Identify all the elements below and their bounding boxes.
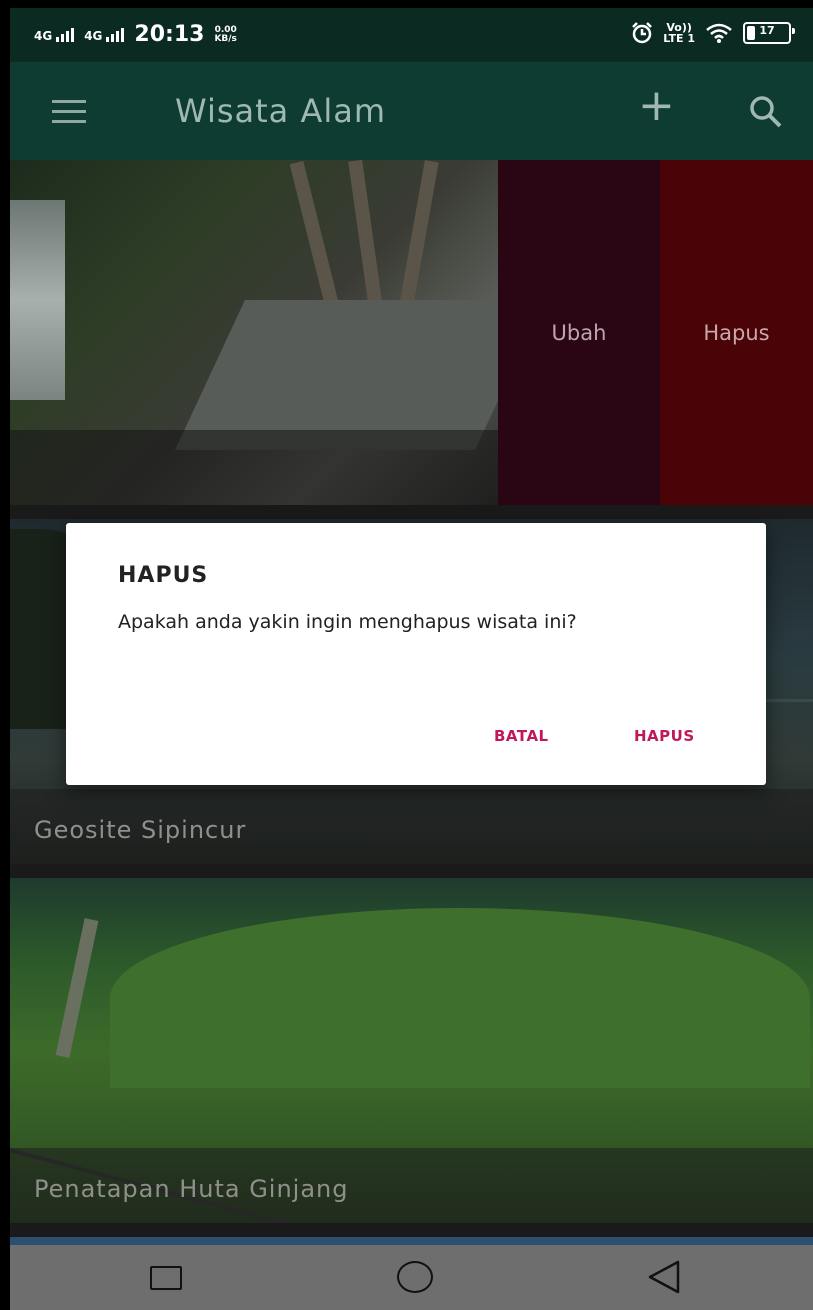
attraction-image [10,160,545,505]
system-nav-bar [10,1245,813,1310]
network-speed: 0.00 KB/s [214,25,237,44]
app-bar: Wisata Alam + [10,62,813,160]
card-label-band [10,430,498,505]
alarm-clock-icon [632,22,653,44]
delete-confirm-dialog: HAPUS Apakah anda yakin ingin menghapus … [66,523,766,785]
plus-icon[interactable]: + [638,84,675,128]
search-icon[interactable] [748,94,784,130]
network-type-1: 4G [34,28,53,43]
lte-label: LTE 1 [663,32,695,45]
dialog-title: HAPUS [118,563,209,588]
signal-1-icon: 4G [34,27,75,43]
attraction-name: Penatapan Huta Ginjang [34,1175,349,1203]
volte-indicator: Vo)) LTE 1 [663,22,695,44]
list-item[interactable]: Ubah Hapus [10,160,813,505]
hamburger-menu-icon[interactable] [52,100,86,123]
edit-button[interactable]: Ubah [498,160,660,505]
network-speed-unit: KB/s [214,33,237,44]
dialog-message: Apakah anda yakin ingin menghapus wisata… [118,611,577,633]
network-type-2: 4G [84,28,103,43]
cancel-button[interactable]: BATAL [494,727,549,745]
card-label-band: Geosite Sipincur [10,789,813,864]
delete-button[interactable]: Hapus [660,160,813,505]
card-label-band: Penatapan Huta Ginjang [10,1148,813,1223]
screen: 4G 4G 20:13 0.00 KB/s Vo)) LTE 1 17 Wisa… [10,8,813,1310]
status-bar: 4G 4G 20:13 0.00 KB/s Vo)) LTE 1 17 [10,8,813,62]
app-title: Wisata Alam [175,92,386,130]
battery-icon: 17 [743,22,795,44]
battery-level: 17 [759,24,775,37]
confirm-delete-button[interactable]: HAPUS [634,727,695,745]
circle-icon[interactable] [397,1261,433,1293]
triangle-back-icon[interactable] [644,1259,684,1295]
square-icon[interactable] [150,1266,182,1290]
attraction-name: Geosite Sipincur [34,816,247,844]
list-item[interactable]: Penatapan Huta Ginjang [10,878,813,1223]
signal-2-icon: 4G [84,27,125,43]
clock: 20:13 [134,22,205,47]
wifi-icon [706,23,732,43]
